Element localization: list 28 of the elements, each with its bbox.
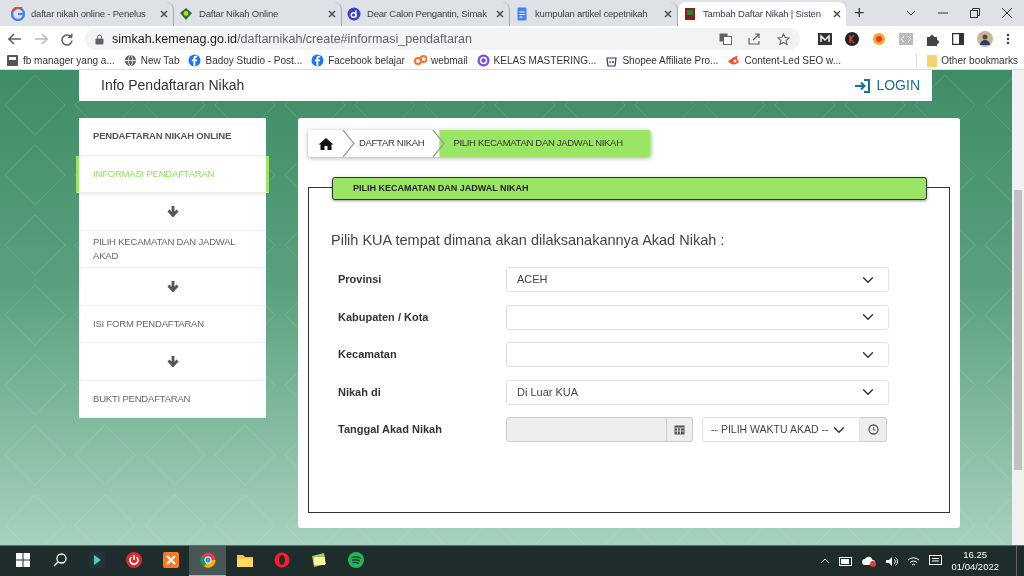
new-tab-button[interactable]: +: [854, 4, 865, 22]
clock-time: 16.25: [963, 549, 988, 561]
time-select[interactable]: -- PILIH WAKTU AKAD --: [702, 417, 860, 442]
bookmark[interactable]: Facebook belajar: [311, 53, 405, 68]
field-label: Provinsi: [337, 272, 383, 288]
breadcrumb-link[interactable]: PILIH KECAMATAN DAN JADWAL NIKAH: [439, 130, 651, 157]
bookmark[interactable]: New Tab: [123, 53, 180, 68]
section-title: PILIH KECAMATAN DAN JADWAL NIKAH: [332, 177, 927, 200]
breadcrumb-link[interactable]: DAFTAR NIKAH: [349, 130, 435, 157]
address-bar[interactable]: simkah.kemenag.go.id/daftarnikah/create#informasi_pendaftaran: [85, 28, 800, 50]
bookmark[interactable]: Shopee Affiliate Pro...: [605, 53, 719, 68]
clock-date: 01/04/2022: [951, 561, 999, 573]
bookmark-folder[interactable]: Other bookmarks: [916, 53, 1018, 68]
bookmark[interactable]: webmail: [413, 53, 468, 68]
page-title: Info Pendaftaran Nikah: [101, 76, 245, 95]
bookmark[interactable]: Badoy Studio - Post...: [188, 53, 303, 68]
bookmark[interactable]: Content-Led SEO w...: [727, 53, 842, 68]
field-label: Nikah di: [337, 384, 382, 400]
field-label: Tanggal Akad Nikah: [337, 422, 443, 438]
field-label: Kecamatan: [337, 347, 398, 363]
browser-tab[interactable]: Tambah Daftar Nikah | Sisten: [678, 2, 846, 26]
field-label: Kabupaten / Kota: [337, 309, 430, 325]
select-field[interactable]: Di Luar KUA: [506, 379, 889, 405]
bookmark[interactable]: KELAS MASTERING...: [476, 53, 597, 68]
select-field[interactable]: ACEH: [506, 267, 889, 292]
form-prompt: Pilih KUA tempat dimana akan dilaksanakannya Akad Nikah :: [331, 231, 726, 250]
login-button[interactable]: LOGIN: [854, 75, 920, 96]
bookmark[interactable]: fb manager yang a...: [6, 53, 115, 68]
